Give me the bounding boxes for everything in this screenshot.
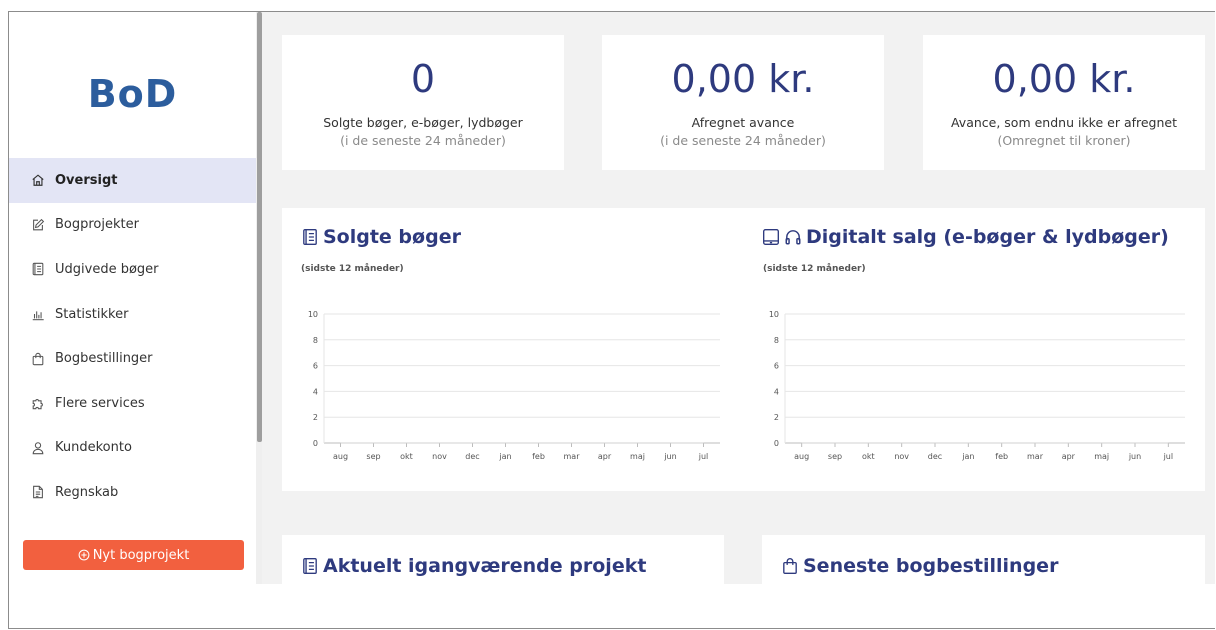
x-tick-label: sep (366, 452, 380, 461)
new-project-button[interactable]: Nyt bogprojekt (23, 540, 244, 570)
y-tick-label: 4 (774, 387, 779, 396)
current-project-card: Aktuelt igangværende projekt (282, 535, 724, 584)
sold-books-chart: 0 2 4 6 8 10 aug sep okt nov dec jan feb mar apr maj jun… (308, 310, 720, 461)
stat-sublabel: (i de seneste 24 måneder) (660, 133, 826, 148)
sidebar-item-label: Flere services (55, 395, 145, 411)
sold-books-subtitle: (sidste 12 måneder) (301, 264, 404, 274)
stat-sublabel: (i de seneste 24 måneder) (340, 133, 506, 148)
section-title-text: Digitalt salg (e-bøger & lydbøger) (806, 226, 1169, 248)
plus-circle-icon (78, 549, 90, 561)
stat-card-settled-profit: 0,00 kr. Afregnet avance (i de seneste 2… (602, 35, 884, 170)
sidebar-item-bogprojekter[interactable]: Bogprojekter (9, 203, 256, 248)
edit-icon (33, 218, 45, 231)
user-icon (32, 442, 44, 455)
stat-value: 0,00 kr. (992, 57, 1136, 101)
y-tick-label: 0 (313, 439, 318, 448)
y-tick-label: 4 (313, 387, 318, 396)
puzzle-icon (32, 399, 43, 410)
x-tick-label: aug (333, 452, 348, 461)
latest-orders-title: Seneste bogbestillinger (781, 555, 1058, 577)
x-tick-label: jun (663, 452, 676, 461)
sidebar-item-label: Oversigt (55, 172, 118, 188)
sidebar-item-label: Regnskab (55, 484, 119, 500)
sidebar-item-bogbestillinger[interactable]: Bogbestillinger (9, 336, 256, 381)
x-tick-label: nov (432, 452, 447, 461)
digital-sales-subtitle: (sidste 12 måneder) (763, 264, 866, 274)
bar-chart-icon (32, 311, 44, 321)
section-title-text: Solgte bøger (323, 226, 461, 248)
stat-card-unsettled-profit: 0,00 kr. Avance, som endnu ikke er afreg… (923, 35, 1205, 170)
shopping-bag-icon (32, 352, 44, 365)
tablet-icon (763, 229, 779, 245)
x-tick-label: sep (828, 452, 842, 461)
latest-orders-card: Seneste bogbestillinger (762, 535, 1205, 584)
x-tick-label: jan (961, 452, 974, 461)
main-content: 0 Solgte bøger, e-bøger, lydbøger (i de … (262, 12, 1215, 584)
y-tick-label: 6 (774, 362, 779, 371)
x-tick-label: aug (794, 452, 809, 461)
sidebar-item-label: Udgivede bøger (55, 261, 159, 277)
y-tick-label: 8 (313, 336, 318, 345)
y-tick-label: 2 (774, 413, 779, 422)
book-icon (303, 558, 317, 574)
x-tick-label: nov (894, 452, 909, 461)
x-tick-label: jun (1128, 452, 1141, 461)
x-tick-label: jul (698, 452, 709, 461)
sales-charts-card: Solgte bøger (sidste 12 måneder) 0 2 4 6 8 10… (282, 208, 1205, 491)
sidebar-item-statistikker[interactable]: Statistikker (9, 292, 256, 337)
sidebar-item-label: Bogprojekter (55, 217, 139, 233)
x-tick-label: okt (862, 452, 875, 461)
stat-sublabel: (Omregnet til kroner) (997, 133, 1131, 148)
x-tick-label: dec (465, 452, 479, 461)
sidebar-item-flere-services[interactable]: Flere services (9, 381, 256, 426)
sold-books-title: Solgte bøger (301, 226, 461, 248)
x-tick-label: jul (1163, 452, 1174, 461)
stat-value: 0,00 kr. (671, 57, 815, 101)
section-title-text: Seneste bogbestillinger (803, 555, 1059, 577)
book-icon (303, 229, 317, 245)
x-tick-label: feb (995, 452, 1008, 461)
x-tick-label: mar (564, 452, 581, 461)
sidebar-item-label: Bogbestillinger (55, 351, 153, 367)
x-tick-label: apr (598, 452, 612, 461)
stat-label: Avance, som endnu ikke er afregnet (950, 115, 1178, 130)
home-icon (32, 174, 44, 187)
y-tick-label: 8 (774, 336, 779, 345)
headphones-icon (785, 230, 801, 245)
current-project-title: Aktuelt igangværende projekt (301, 555, 646, 577)
x-tick-label: maj (1094, 452, 1109, 461)
section-title-text: Aktuelt igangværende projekt (323, 555, 647, 577)
y-tick-label: 10 (769, 310, 779, 319)
digital-sales-title: Digitalt salg (e-bøger & lydbøger) (762, 226, 1169, 248)
x-tick-label: dec (928, 452, 942, 461)
stat-card-sold-books: 0 Solgte bøger, e-bøger, lydbøger (i de … (282, 35, 564, 170)
x-tick-label: mar (1027, 452, 1044, 461)
bod-logo[interactable]: BoD (9, 72, 256, 116)
x-tick-label: apr (1062, 452, 1076, 461)
x-tick-label: feb (532, 452, 545, 461)
x-tick-label: maj (630, 452, 645, 461)
y-tick-label: 10 (308, 310, 318, 319)
document-icon (33, 486, 43, 499)
x-tick-label: jan (498, 452, 511, 461)
stat-value: 0 (410, 57, 436, 101)
stat-label: Solgte bøger, e-bøger, lydbøger (323, 115, 523, 130)
stat-label: Afregnet avance (691, 115, 795, 130)
new-project-label: Nyt bogprojekt (92, 547, 190, 563)
sidebar-item-udgivede-boger[interactable]: Udgivede bøger (9, 247, 256, 292)
y-tick-label: 0 (774, 439, 779, 448)
sidebar-item-label: Kundekonto (55, 440, 132, 456)
sidebar-item-label: Statistikker (55, 306, 129, 322)
sidebar: BoD Oversigt Bogprojekter Udgivede bøger… (9, 12, 256, 584)
book-icon (32, 263, 44, 276)
digital-sales-chart: 0 2 4 6 8 10 aug sep okt nov dec jan feb mar apr maj jun… (769, 310, 1185, 461)
sidebar-item-oversigt[interactable]: Oversigt (9, 158, 256, 203)
sidebar-item-kundekonto[interactable]: Kundekonto (9, 426, 256, 471)
x-tick-label: okt (400, 452, 413, 461)
sidebar-item-regnskab[interactable]: Regnskab (9, 470, 256, 515)
y-tick-label: 6 (313, 362, 318, 371)
y-tick-label: 2 (313, 413, 318, 422)
shopping-bag-icon (783, 558, 797, 574)
sidebar-nav: Oversigt Bogprojekter Udgivede bøger Sta… (9, 158, 256, 515)
